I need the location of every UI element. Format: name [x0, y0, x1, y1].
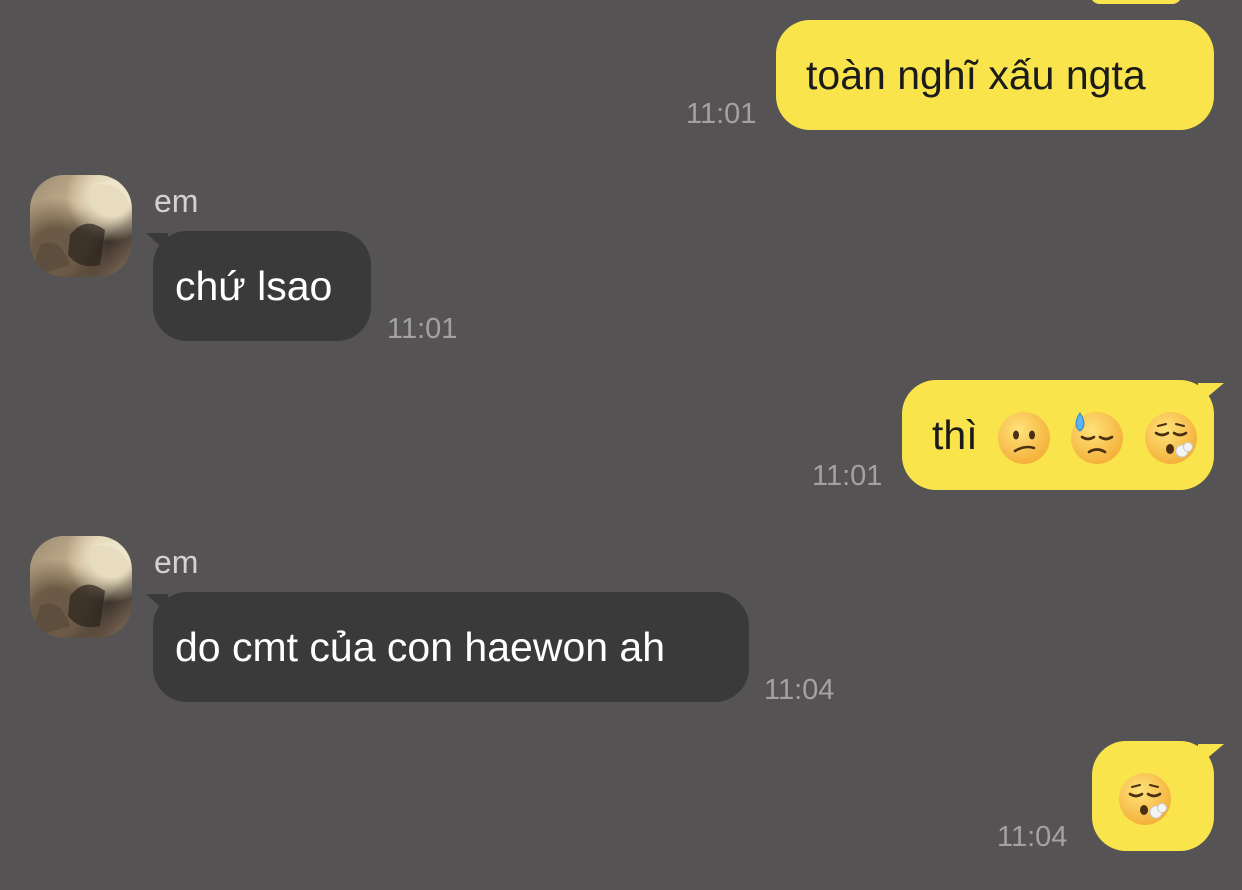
- sender-name: em: [154, 183, 199, 219]
- outgoing-message-bubble[interactable]: toàn nghĩ xấu ngta: [776, 20, 1214, 130]
- message-text: do cmt của con haewon ah: [175, 624, 666, 670]
- message-text: chứ lsao: [175, 263, 333, 309]
- incoming-message-bubble[interactable]: chứ lsao: [153, 231, 371, 341]
- message-timestamp: 11:01: [387, 313, 458, 345]
- message-timestamp: 11:01: [686, 98, 757, 130]
- message-text: thì: [932, 412, 978, 458]
- message-timestamp: 11:04: [764, 674, 835, 706]
- chat-view: toàn nghĩ xấu ngta 11:01 em chứ lsao 11:…: [0, 0, 1242, 890]
- outgoing-message-bubble[interactable]: [1092, 741, 1214, 851]
- sender-name: em: [154, 544, 199, 580]
- downcast-face-with-sweat-icon: [1071, 412, 1124, 465]
- previous-message-bubble-edge: [1090, 0, 1182, 4]
- avatar[interactable]: [30, 536, 132, 638]
- outgoing-message-bubble[interactable]: thì: [902, 380, 1214, 490]
- message-timestamp: 11:01: [812, 460, 883, 492]
- confused-face-icon: [998, 412, 1050, 465]
- avatar-photo: [30, 536, 132, 638]
- incoming-message-bubble[interactable]: do cmt của con haewon ah: [153, 592, 749, 702]
- message-timestamp: 11:04: [997, 821, 1068, 853]
- face-exhaling-icon: [1144, 412, 1197, 465]
- avatar[interactable]: [30, 175, 132, 277]
- avatar-photo: [30, 175, 132, 277]
- face-exhaling-icon: [1119, 773, 1171, 826]
- message-text: toàn nghĩ xấu ngta: [806, 52, 1146, 98]
